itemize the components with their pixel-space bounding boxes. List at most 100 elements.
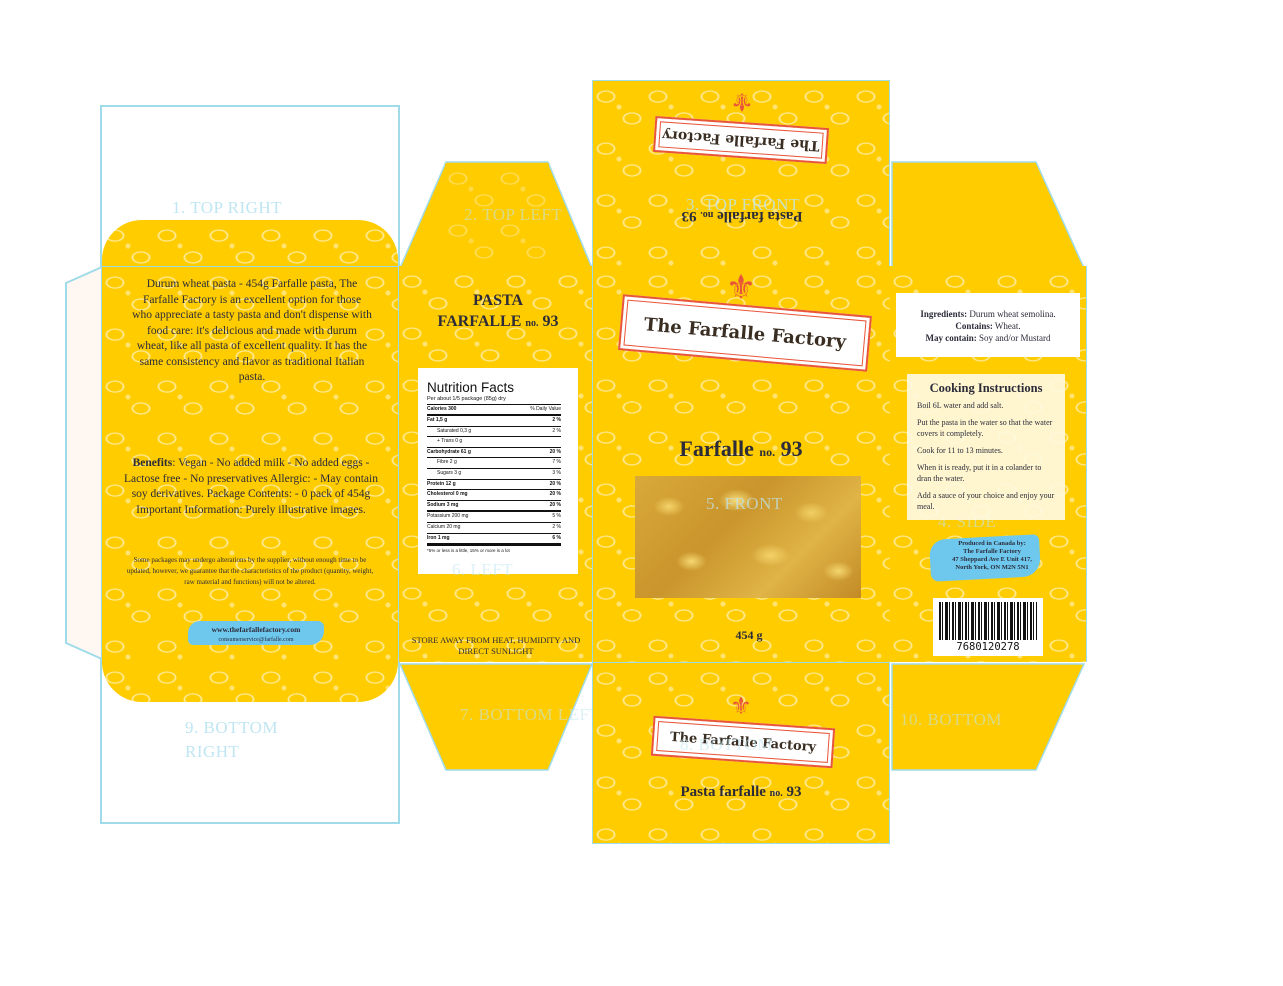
nutrition-serving: Per about 1/5 package (85g) dry (427, 395, 561, 405)
nutrition-row-label: + Trans 0 g (437, 438, 463, 445)
left-title: PASTA FARFALLE no. 93 (410, 290, 586, 334)
cooking-step-5: Add a sauce of your choice and enjoy you… (917, 491, 1055, 511)
ghost-label-top-front: 3. TOP FRONT (686, 195, 800, 214)
nutrition-row-dv: 2 % (552, 427, 561, 434)
barcode: 7680120278 (933, 598, 1043, 656)
nutrition-row-dv: 2 % (552, 523, 561, 530)
back-benefits: Benefits: Vegan - No added milk - No add… (118, 456, 384, 518)
nutrition-row: Saturated 0,3 g 2 % (427, 427, 561, 438)
nutrition-row: Protein 12 g 20 % (427, 480, 561, 491)
bottom-product-num: 93 (786, 784, 802, 800)
bottom-fleur-de-lis-icon: ⚜ (730, 692, 752, 720)
nutrition-row-dv: 3 % (552, 469, 561, 476)
nutrition-row-label: Protein 12 g (427, 480, 456, 487)
bottom-product-no: no. (769, 788, 783, 799)
front-product-num: 93 (780, 436, 803, 461)
top-front-brand: The Farfalle Factory (652, 115, 830, 165)
nutrition-row: Iron 1 mg 6 % (427, 534, 561, 545)
cooking-step-2: Put the pasta in the water so that the w… (917, 418, 1053, 438)
glue-flap-left (65, 265, 103, 661)
nutrition-row: Calcium 20 mg 2 % (427, 523, 561, 534)
nutrition-row-label: Carbohydrate 61 g (427, 448, 471, 455)
front-weight: 454 g (735, 628, 763, 642)
bottom-product: Pasta farfalle no. 93 (600, 784, 882, 801)
nutrition-row: Fat 1,5 g 2 % (427, 416, 561, 427)
ghost-label-left: 6. LEFT (452, 560, 514, 579)
nutrition-row: Sugars 3 g 3 % (427, 469, 561, 480)
nutrition-row-label: Potassium 200 mg (427, 513, 469, 520)
bottom-product-name: Pasta farfalle (680, 784, 766, 800)
back-top-flap (102, 220, 398, 268)
benefits-label: Benefits (132, 457, 173, 469)
barcode-icon (939, 602, 1037, 640)
front-fleur-de-lis-icon: ⚜ (725, 268, 757, 308)
ghost-label-bottom: 8. BOTTOM (680, 735, 773, 754)
may-contain-label: May contain: (925, 333, 977, 343)
nutrition-row: Potassium 200 mg 5 % (427, 512, 561, 523)
barcode-number: 7680120278 (956, 641, 1020, 653)
nutrition-row-label: Iron 1 mg (427, 534, 450, 541)
front-product-name: Farfalle (679, 436, 754, 461)
nutrition-row: + Trans 0 g (427, 437, 561, 448)
cooking-box: Cooking Instructions Boil 6L water and a… (907, 374, 1065, 520)
cooking-step-4: When it is ready, put it in a colander t… (917, 463, 1042, 483)
nutrition-row-dv: 20 % (549, 448, 561, 455)
ghost-label-bottom-right: 9. BOTTOM RIGHT (185, 718, 278, 761)
fleur-de-lis-icon: ⚜ (730, 86, 754, 116)
nutrition-row-label: Saturated 0,3 g (437, 427, 472, 434)
producer-line-3: 47 Sheppard Ave E Unit 417, (952, 556, 1032, 563)
nutrition-row-label: Sodium 3 mg (427, 501, 459, 508)
right-side-top-flap (891, 161, 1086, 269)
back-disclaimer: Some packages may undergo alterations by… (126, 556, 374, 586)
nutrition-facts-box: Nutrition Facts Per about 1/5 package (8… (418, 368, 578, 574)
back-description: Durum wheat pasta - 454g Farfalle pasta,… (132, 278, 372, 383)
nutrition-row-dv: 20 % (549, 501, 561, 508)
producer-line-4: North York, ON M2N 5N1 (955, 564, 1029, 571)
top-front-content: ⚜ The Farfalle Factory Pasta farfalle no… (592, 80, 890, 266)
left-title-line1: PASTA (472, 292, 524, 309)
nutrition-row: Cholesterol 0 mg 20 % (427, 490, 561, 501)
producer-line-1: Produced in Canada by: (958, 540, 1026, 547)
nutrition-title: Nutrition Facts (427, 380, 515, 395)
nutrition-row-label: Fibre 2 g (437, 459, 457, 466)
cooking-step-3: Cook for 11 to 13 minutes. (917, 446, 1003, 455)
nutrition-row: Fibre 2 g 7 % (427, 458, 561, 469)
front-product: Farfalle no. 93 (600, 436, 882, 462)
producer-line-2: The Farfalle Factory (963, 548, 1021, 555)
ingredients-label: Ingredients: (920, 309, 968, 319)
ghost-label-top-right: 1. TOP RIGHT (172, 198, 283, 217)
nutrition-row-dv: 20 % (549, 480, 561, 487)
email-link[interactable]: consumerservice@farfalle.com (190, 637, 322, 643)
may-contain-value: Soy and/or Mustard (976, 333, 1051, 343)
nutrition-calories: Calories 300 (427, 406, 457, 412)
producer-info: Produced in Canada by: The Farfalle Fact… (928, 540, 1056, 572)
nutrition-row-dv: 5 % (552, 513, 561, 520)
nutrition-row-dv: 2 % (552, 417, 561, 423)
front-product-no: no. (759, 445, 776, 459)
left-title-num: 93 (542, 313, 559, 330)
cooking-title: Cooking Instructions (929, 381, 1043, 395)
contains-label: Contains: (955, 321, 993, 331)
nutrition-row-label: Cholesterol 0 mg (427, 491, 468, 498)
ingredients-value: Durum wheat semolina. (967, 309, 1056, 319)
nutrition-row-dv: 6 % (552, 534, 561, 541)
nutrition-row-label: Sugars 3 g (437, 469, 462, 476)
ghost-label-top-left: 2. TOP LEFT (464, 205, 563, 224)
nutrition-row-label: Calcium 20 mg (427, 523, 461, 530)
nutrition-footnote: *5% or less is a little, 15% or more is … (427, 544, 561, 554)
cooking-step-1: Boil 6L water and add salt. (917, 401, 1004, 410)
nutrition-dv-header: % Daily Value (530, 406, 561, 412)
ghost-label-front: 5. FRONT (706, 494, 783, 513)
nutrition-row-label: Fat 1,5 g (427, 417, 448, 423)
ingredients-box: Ingredients: Durum wheat semolina. Conta… (896, 293, 1080, 357)
ghost-label-bottom-left: 7. BOTTOM LEFT (460, 705, 601, 724)
ghost-label-bottom-side: 10. BOTTOM (900, 710, 1002, 729)
left-title-line2: FARFALLE (437, 313, 522, 330)
nutrition-row-dv: 20 % (549, 491, 561, 498)
nutrition-row: Sodium 3 mg 20 % (427, 501, 561, 513)
website-link[interactable]: www.thefarfallefactory.com (190, 625, 322, 634)
left-title-no: no. (525, 318, 539, 329)
back-bottom-flap (102, 662, 398, 702)
nutrition-rows: Fat 1,5 g 2 % Saturated 0,3 g 2 % + Trans 0 … (427, 416, 561, 545)
contains-value: Wheat. (992, 321, 1021, 331)
